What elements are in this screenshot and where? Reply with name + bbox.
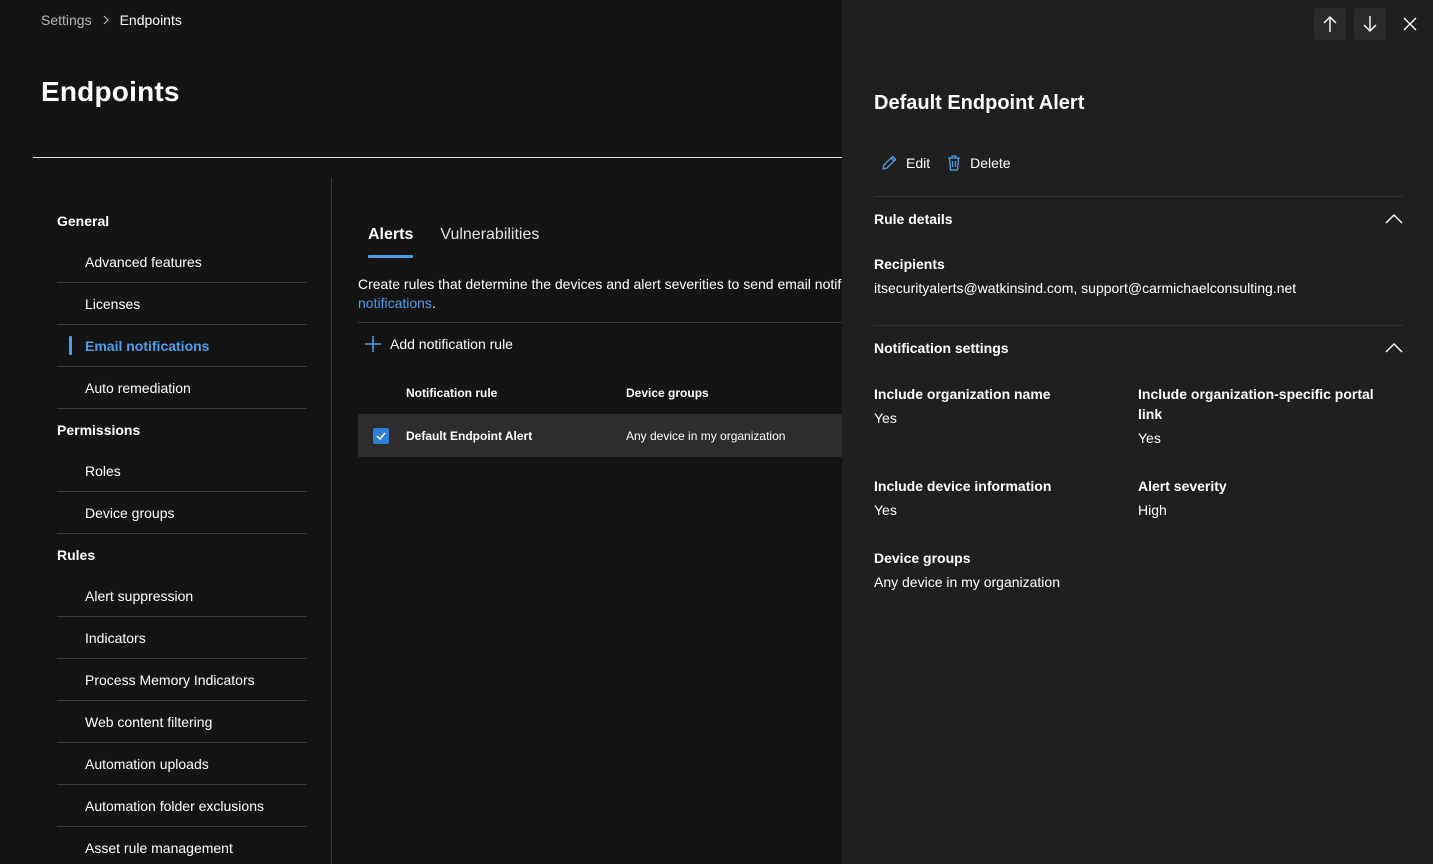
description-suffix: . — [431, 295, 436, 311]
nav-section-permissions: Permissions — [57, 421, 141, 438]
nav-item-asset-rule-management[interactable]: Asset rule management — [57, 827, 307, 864]
pencil-icon — [882, 155, 897, 170]
include-device-info-field: Include device information Yes — [874, 476, 1124, 520]
column-header-device-groups[interactable]: Device groups — [626, 386, 709, 400]
nav-item-process-memory-indicators[interactable]: Process Memory Indicators — [57, 659, 307, 701]
nav-divider — [331, 178, 332, 864]
tab-alerts[interactable]: Alerts — [368, 226, 414, 258]
nav-item-automation-uploads[interactable]: Automation uploads — [57, 743, 307, 785]
tab-bar: Alerts Vulnerabilities — [368, 226, 566, 258]
include-org-name-field: Include organization name Yes — [874, 384, 1124, 428]
nav-item-automation-folder-exclusions[interactable]: Automation folder exclusions — [57, 785, 307, 827]
nav-item-device-groups[interactable]: Device groups — [57, 492, 307, 534]
notifications-link[interactable]: notifications — [358, 295, 432, 311]
delete-label: Delete — [970, 155, 1011, 171]
nav-item-advanced-features[interactable]: Advanced features — [57, 241, 307, 283]
nav-section-rules: Rules — [57, 546, 96, 563]
notification-settings-header[interactable]: Notification settings — [874, 340, 1009, 356]
rule-details-header[interactable]: Rule details — [874, 211, 953, 227]
device-groups-value: Any device in my organization — [874, 574, 1060, 590]
nav-section-general: General — [57, 212, 110, 229]
chevron-up-icon[interactable] — [1384, 209, 1404, 229]
nav-item-email-notifications[interactable]: Email notifications — [57, 325, 307, 367]
plus-icon — [365, 336, 381, 352]
close-icon — [1403, 17, 1417, 31]
arrow-down-icon — [1363, 16, 1377, 32]
panel-actions: Edit Delete — [880, 154, 1027, 172]
close-panel-button[interactable] — [1394, 8, 1426, 40]
breadcrumb-settings-link[interactable]: Settings — [41, 12, 92, 28]
edit-button[interactable]: Edit — [880, 154, 930, 172]
delete-button[interactable]: Delete — [946, 154, 1011, 172]
alert-severity-field: Alert severity High — [1138, 476, 1408, 520]
settings-nav: General Advanced features Licenses Email… — [57, 200, 307, 864]
chevron-up-icon[interactable] — [1384, 338, 1404, 358]
row-rule-name: Default Endpoint Alert — [406, 429, 533, 443]
title-divider — [33, 157, 843, 158]
next-item-button[interactable] — [1354, 8, 1386, 40]
table-header: Notification rule Device groups — [358, 383, 842, 403]
include-portal-link-field: Include organization-specific portal lin… — [1138, 384, 1408, 448]
nav-item-indicators[interactable]: Indicators — [57, 617, 307, 659]
add-notification-rule-button[interactable]: Add notification rule — [364, 335, 513, 353]
column-header-notification-rule[interactable]: Notification rule — [406, 386, 497, 400]
panel-divider — [874, 196, 1403, 197]
add-rule-label: Add notification rule — [390, 336, 513, 352]
recipients-value: itsecurityalerts@watkinsind.com, support… — [874, 280, 1297, 296]
panel-title: Default Endpoint Alert — [874, 92, 1085, 114]
alert-severity-label: Alert severity — [1138, 478, 1227, 494]
recipients-label: Recipients — [874, 256, 945, 272]
nav-item-alert-suppression[interactable]: Alert suppression — [57, 575, 307, 617]
breadcrumb-current: Endpoints — [119, 12, 182, 28]
row-device-groups: Any device in my organization — [626, 429, 786, 443]
include-portal-link-label-line-1: Include organization-specific portal — [1138, 386, 1374, 402]
nav-item-roles[interactable]: Roles — [57, 450, 307, 492]
include-org-name-value: Yes — [874, 410, 897, 426]
nav-item-web-content-filtering[interactable]: Web content filtering — [57, 701, 307, 743]
nav-item-auto-remediation[interactable]: Auto remediation — [57, 367, 307, 409]
row-checkbox[interactable] — [373, 428, 389, 444]
breadcrumb: Settings Endpoints — [41, 11, 182, 29]
details-panel: Default Endpoint Alert Edit Delete Rule … — [842, 0, 1433, 864]
device-groups-field: Device groups Any device in my organizat… — [874, 548, 1274, 592]
description-body: Create rules that determine the devices … — [358, 276, 842, 292]
arrow-up-icon — [1323, 16, 1337, 32]
content-divider — [358, 322, 842, 323]
include-device-info-label: Include device information — [874, 478, 1052, 494]
chevron-right-icon — [97, 11, 115, 29]
nav-item-licenses[interactable]: Licenses — [57, 283, 307, 325]
description-text: Create rules that determine the devices … — [358, 275, 842, 313]
panel-divider — [874, 325, 1403, 326]
page-title: Endpoints — [41, 76, 180, 107]
trash-icon — [948, 155, 961, 171]
recipients-field: Recipients itsecurityalerts@watkinsind.c… — [874, 254, 1296, 298]
alert-severity-value: High — [1138, 502, 1167, 518]
include-portal-link-label-line-2: link — [1138, 406, 1163, 422]
include-portal-link-value: Yes — [1138, 430, 1161, 446]
table-row[interactable]: Default Endpoint Alert Any device in my … — [358, 414, 842, 457]
previous-item-button[interactable] — [1314, 8, 1346, 40]
device-groups-label: Device groups — [874, 550, 971, 566]
tab-vulnerabilities[interactable]: Vulnerabilities — [440, 226, 539, 258]
edit-label: Edit — [906, 155, 931, 171]
include-org-name-label: Include organization name — [874, 386, 1051, 402]
checkmark-icon — [376, 432, 386, 441]
include-device-info-value: Yes — [874, 502, 897, 518]
